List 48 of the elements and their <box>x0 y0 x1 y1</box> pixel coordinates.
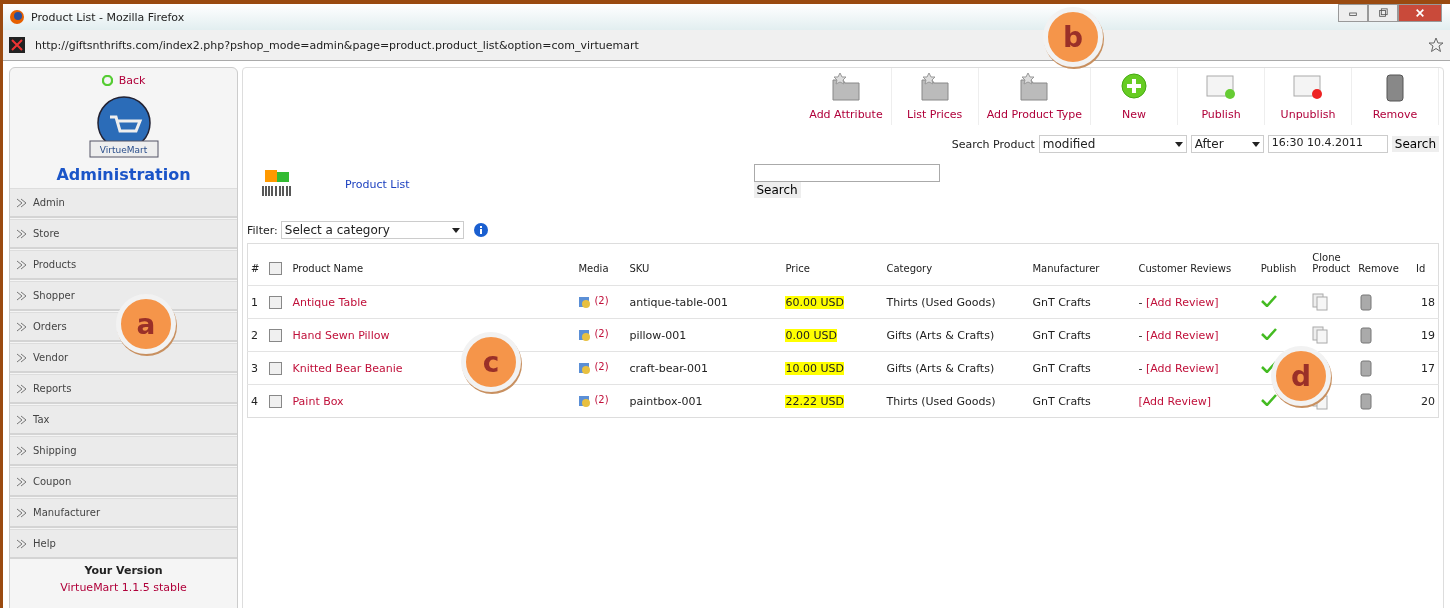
column-header: Category <box>883 243 1030 286</box>
row-number: 1 <box>247 285 266 319</box>
review-dash: - <box>1138 361 1144 375</box>
review-dash: - <box>1138 328 1144 342</box>
filter-label: Filter: <box>247 223 278 237</box>
category-cell: Thirts (Used Goods) <box>883 285 1030 319</box>
manufacturer-cell: GnT Crafts <box>1029 285 1136 319</box>
logo-text: VirtueMart <box>99 145 148 157</box>
column-header: Publish <box>1257 243 1310 286</box>
category-cell: Thirts (Used Goods) <box>883 384 1030 418</box>
column-header: Price <box>782 243 884 286</box>
row-number: 4 <box>247 384 266 418</box>
callout-tooltip: c <box>461 332 521 392</box>
manufacturer-cell: GnT Crafts <box>1029 351 1136 385</box>
sku-cell: paintbox-001 <box>626 384 783 418</box>
column-header: Id <box>1413 243 1439 286</box>
column-header: Remove <box>1355 243 1414 286</box>
column-header: Product Name <box>289 243 576 286</box>
version-label: Your Version <box>84 564 163 577</box>
column-header: Customer Reviews <box>1135 243 1258 286</box>
sku-cell: antique-table-001 <box>626 285 783 319</box>
row-number: 2 <box>247 318 266 352</box>
window-title: Product List - Mozilla Firefox <box>31 10 185 24</box>
sku-cell: craft-bear-001 <box>626 351 783 385</box>
search-product-label: Search Product <box>951 137 1035 151</box>
manufacturer-cell: GnT Crafts <box>1029 318 1136 352</box>
price-cell: 0.00 USD <box>785 328 837 342</box>
id-cell: 19 <box>1413 318 1439 352</box>
review-dash: - <box>1138 295 1144 309</box>
price-cell: 60.00 USD <box>785 295 844 309</box>
sku-cell: pillow-001 <box>626 318 783 352</box>
price-cell: 22.22 USD <box>785 394 844 408</box>
category-cell: Gifts (Arts & Crafts) <box>883 351 1030 385</box>
row-number: 3 <box>247 351 266 385</box>
column-header: SKU <box>626 243 783 286</box>
column-header: Clone Product <box>1309 243 1356 286</box>
callout-tooltip: d <box>1271 346 1331 406</box>
manufacturer-cell: GnT Crafts <box>1029 384 1136 418</box>
column-header: Manufacturer <box>1029 243 1136 286</box>
admin-heading: Administration <box>56 165 191 184</box>
category-cell: Gifts (Arts & Crafts) <box>883 318 1030 352</box>
price-cell: 10.00 USD <box>785 361 844 375</box>
column-header: # <box>247 243 266 286</box>
column-header: Media <box>575 243 627 286</box>
version-text: VirtueMart 1.1.5 stable <box>60 581 187 594</box>
id-cell: 18 <box>1413 285 1439 319</box>
id-cell: 17 <box>1413 351 1439 385</box>
id-cell: 20 <box>1413 384 1439 418</box>
